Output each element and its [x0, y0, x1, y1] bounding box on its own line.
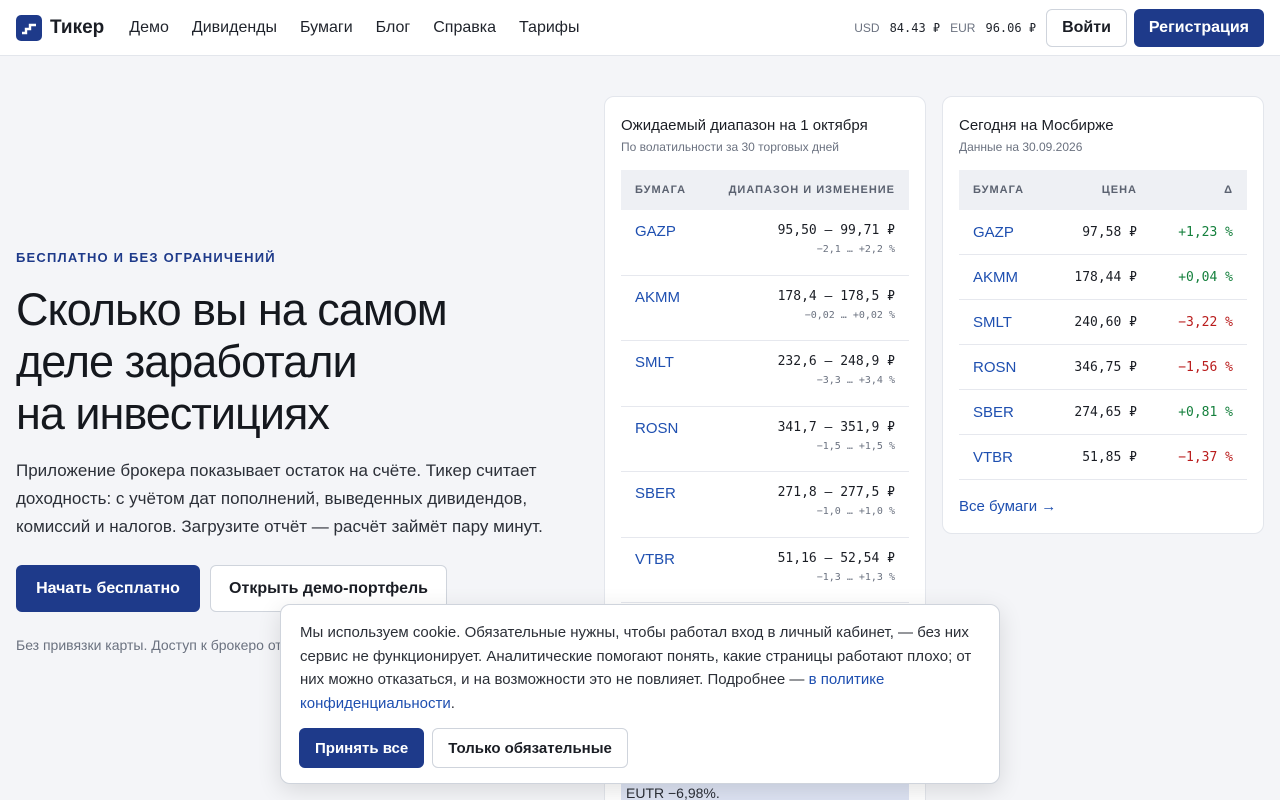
col-delta: Δ [1224, 184, 1233, 196]
col-security: БУМАГА [635, 184, 687, 196]
ticker-link[interactable]: SBER [973, 404, 1033, 421]
table-row[interactable]: SMLT 232,6 — 248,9 ₽ −3,3 … +3,4 % [621, 341, 909, 407]
range-value: 51,16 — 52,54 ₽ [777, 550, 895, 566]
usd-rate: 84.43 ₽ [889, 20, 941, 35]
range-change: −3,3 … +3,4 % [816, 375, 895, 386]
table-header: БУМАГА ЦЕНА Δ [959, 170, 1247, 210]
card-title: Ожидаемый диапазон на 1 октября [621, 117, 868, 134]
col-price: ЦЕНА [1101, 184, 1137, 196]
price-value: 51,85 ₽ [1082, 449, 1137, 465]
moex-table-body: GAZP 97,58 ₽ +1,23 % AKMM 178,44 ₽ +0,04… [943, 210, 1263, 480]
range-change: −1,5 … +1,5 % [816, 440, 895, 452]
delta-value: −3,22 % [1178, 314, 1233, 330]
cookie-period: . [450, 694, 455, 712]
range-value: 95,50 — 99,71 ₽ [777, 223, 895, 238]
brand-logo[interactable]: Тикер [16, 14, 105, 41]
range-change: −2,1 … +2,2 % [816, 244, 895, 255]
stairs-chart-icon [16, 14, 42, 41]
ticker-link[interactable]: VTBR [635, 551, 675, 603]
range-value: 341,7 — 351,9 ₽ [777, 419, 895, 435]
currency-rates: USD 84.43 ₽ EUR 96.06 ₽ [854, 21, 1036, 35]
table-row[interactable]: SBER 274,65 ₽ +0,81 % [959, 390, 1247, 435]
all-securities-link[interactable]: Все бумаги → [959, 498, 1056, 515]
ticker-link[interactable]: GAZP [973, 224, 1033, 241]
table-row[interactable]: VTBR 51,16 — 52,54 ₽ −1,3 … +1,3 % [621, 538, 909, 603]
nav-item-dividends[interactable]: Дивиденды [192, 19, 277, 37]
start-free-button[interactable]: Начать бесплатно [16, 565, 200, 612]
brand-name: Тикер [50, 16, 105, 38]
price-value: 178,44 ₽ [1074, 269, 1137, 285]
price-value: 97,58 ₽ [1082, 224, 1137, 240]
ticker-link[interactable]: ROSN [635, 420, 678, 472]
table-row[interactable]: VTBR 51,85 ₽ −1,37 % [959, 435, 1247, 480]
nav-item-securities[interactable]: Бумаги [300, 19, 353, 37]
table-row[interactable]: AKMM 178,44 ₽ +0,04 % [959, 255, 1247, 300]
card-title: Сегодня на Мосбирже [959, 117, 1114, 134]
table-row[interactable]: ROSN 346,75 ₽ −1,56 % [959, 345, 1247, 390]
table-row[interactable]: ROSN 341,7 — 351,9 ₽ −1,5 … +1,5 % [621, 407, 909, 472]
range-value: 232,6 — 248,9 ₽ [777, 354, 895, 369]
range-value: 271,8 — 277,5 ₽ [777, 485, 895, 500]
headline-line: деле заработали [16, 336, 358, 387]
ticker-link[interactable]: SBER [635, 485, 676, 537]
usd-label: USD [854, 20, 880, 35]
nav-item-pricing[interactable]: Тарифы [519, 19, 579, 37]
accept-all-button[interactable]: Принять все [299, 728, 425, 768]
nav-item-help[interactable]: Справка [433, 19, 496, 37]
delta-value: −1,37 % [1178, 449, 1233, 465]
range-change: −1,0 … +1,0 % [816, 506, 895, 517]
cookie-banner: Мы используем cookie. Обязательные нужны… [280, 604, 1000, 784]
moex-today-card: Сегодня на Мосбирже Данные на 30.09.2026… [942, 96, 1264, 534]
col-range: ДИАПАЗОН И ИЗМЕНЕНИЕ [728, 184, 895, 196]
price-value: 240,60 ₽ [1074, 314, 1137, 330]
ticker-link[interactable]: VTBR [973, 449, 1033, 466]
range-change: −1,3 … +1,3 % [816, 571, 895, 583]
eur-label: EUR [950, 20, 976, 35]
ticker-link[interactable]: SMLT [973, 314, 1033, 331]
table-header: БУМАГА ДИАПАЗОН И ИЗМЕНЕНИЕ [621, 170, 909, 210]
table-row[interactable]: AKMM 178,4 — 178,5 ₽ −0,02 … +0,02 % [621, 276, 909, 341]
delta-value: −1,56 % [1178, 359, 1233, 375]
ticker-link[interactable]: ROSN [973, 359, 1033, 376]
nav-item-demo[interactable]: Демо [129, 19, 169, 37]
table-row[interactable]: SMLT 240,60 ₽ −3,22 % [959, 300, 1247, 345]
eur-rate: 96.06 ₽ [985, 20, 1037, 35]
range-table-body: GAZP 95,50 — 99,71 ₽ −2,1 … +2,2 % AKMM 1… [605, 210, 925, 603]
login-button[interactable]: Войти [1046, 8, 1127, 47]
table-row[interactable]: GAZP 97,58 ₽ +1,23 % [959, 210, 1247, 255]
ticker-link[interactable]: GAZP [635, 223, 676, 275]
main-nav: Демо Дивиденды Бумаги Блог Справка Тариф… [129, 19, 579, 37]
col-security: БУМАГА [973, 184, 1025, 196]
cookie-actions: Принять все Только обязательные [299, 728, 628, 768]
table-row[interactable]: SBER 271,8 — 277,5 ₽ −1,0 … +1,0 % [621, 472, 909, 538]
delta-value: +0,04 % [1178, 269, 1233, 285]
ticker-link[interactable]: AKMM [635, 289, 680, 341]
headline-line: на инвестициях [16, 388, 330, 439]
table-row[interactable]: GAZP 95,50 — 99,71 ₽ −2,1 … +2,2 % [621, 210, 909, 276]
delta-value: +1,23 % [1178, 224, 1233, 240]
ticker-link[interactable]: AKMM [973, 269, 1033, 286]
hero-lead: Приложение брокера показывает остаток на… [16, 461, 543, 536]
ticker-link[interactable]: SMLT [635, 354, 674, 406]
range-change: −0,02 … +0,02 % [804, 309, 895, 321]
hero-eyebrow: БЕСПЛАТНО И БЕЗ ОГРАНИЧЕНИЙ [16, 250, 276, 265]
price-value: 346,75 ₽ [1074, 359, 1137, 375]
card-subtitle: Данные на 30.09.2026 [959, 140, 1083, 154]
top-header: Тикер Демо Дивиденды Бумаги Блог Справка… [0, 0, 1280, 56]
price-value: 274,65 ₽ [1074, 404, 1137, 420]
required-only-button[interactable]: Только обязательные [432, 728, 628, 768]
hero-headline: Сколько вы на самом деле заработали на и… [16, 284, 576, 440]
cookie-text: Мы используем cookie. Обязательные нужны… [300, 621, 980, 715]
nav-item-blog[interactable]: Блог [376, 19, 411, 37]
headline-line: Сколько вы на самом [16, 284, 448, 335]
card-subtitle: По волатильности за 30 торговых дней [621, 140, 840, 154]
delta-value: +0,81 % [1178, 404, 1233, 420]
range-value: 178,4 — 178,5 ₽ [777, 288, 895, 304]
register-button[interactable]: Регистрация [1133, 8, 1264, 47]
